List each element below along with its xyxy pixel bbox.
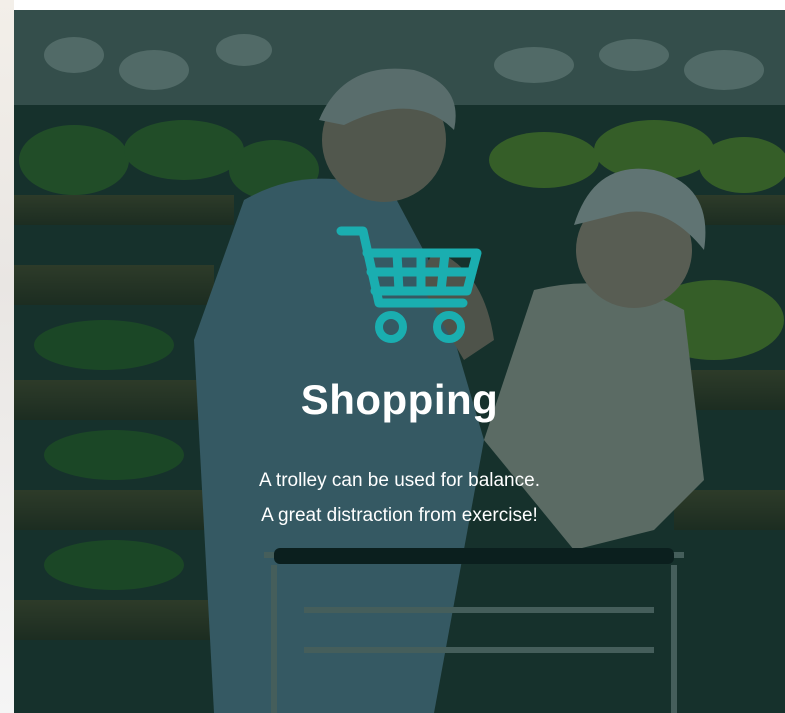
left-edge-strip <box>0 0 14 713</box>
shopping-cart-icon <box>336 226 482 343</box>
hero-content: Shopping A trolley can be used for balan… <box>14 10 785 713</box>
hero-description-line-1: A trolley can be used for balance. <box>259 470 540 491</box>
shopping-hero-card: Shopping A trolley can be used for balan… <box>14 10 785 713</box>
hero-title: Shopping <box>300 376 499 423</box>
hero-description-line-2: A great distraction from exercise! <box>261 505 538 526</box>
